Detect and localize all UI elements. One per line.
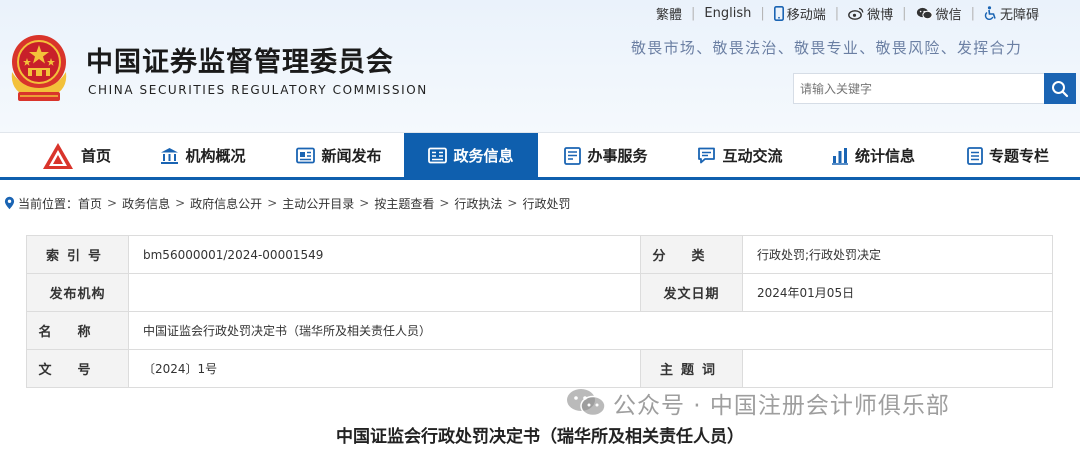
breadcrumb-item[interactable]: 主动公开目录 <box>282 195 354 212</box>
issuer-label: 发布机构 <box>26 273 129 312</box>
nav-item-institution[interactable]: 机构概况 <box>145 133 261 178</box>
mobile-link[interactable]: 移动端 <box>773 4 826 23</box>
nav-item-statistics[interactable]: 统计信息 <box>815 133 931 178</box>
divider: | <box>834 5 840 21</box>
slogan: 敬畏市场、敬畏法治、敬畏专业、敬畏风险、发挥合力 <box>631 39 1023 57</box>
category-label: 分类 <box>640 235 743 274</box>
divider: | <box>902 5 907 21</box>
breadcrumb-separator: > <box>359 196 370 210</box>
mobile-link-label: 移动端 <box>786 7 826 23</box>
index-value: bm56000001/2024-00001549 <box>128 235 641 274</box>
top-links: 繁體 | English | 移动端 | 微博 | 微信 | 无障碍 <box>656 4 1039 23</box>
accessibility-link[interactable]: 无障碍 <box>984 4 1039 23</box>
docno-value: 〔2024〕1号 <box>128 349 641 388</box>
date-value: 2024年01月05日 <box>742 273 1053 312</box>
docno-label: 文号 <box>26 349 129 388</box>
nav-item-service[interactable]: 办事服务 <box>548 133 664 178</box>
weibo-icon <box>848 7 864 20</box>
nav-item-label: 互动交流 <box>722 147 783 165</box>
name-label: 名称 <box>26 311 129 350</box>
nav-item-label: 机构概况 <box>185 147 246 165</box>
news-icon <box>296 147 316 164</box>
breadcrumb-item[interactable]: 政府信息公开 <box>190 195 262 212</box>
home-logo-icon <box>42 142 73 169</box>
nav-item-label: 办事服务 <box>587 147 648 165</box>
national-emblem-icon <box>11 35 67 101</box>
breadcrumb-item[interactable]: 行政处罚 <box>522 195 570 212</box>
breadcrumb-prefix: 当前位置： <box>18 196 79 211</box>
site-subtitle: CHINA SECURITIES REGULATORY COMMISSION <box>88 83 428 97</box>
topic-icon <box>967 146 983 165</box>
site-title: 中国证券监督管理委员会 <box>86 47 394 78</box>
breadcrumb-item[interactable]: 首页 <box>78 195 102 212</box>
stats-icon <box>831 147 848 165</box>
traditional-chinese-link[interactable]: 繁體 <box>656 4 682 23</box>
breadcrumb-item[interactable]: 政务信息 <box>122 195 170 212</box>
divider: | <box>760 5 765 21</box>
name-value: 中国证监会行政处罚决定书（瑞华所及相关责任人员） <box>128 311 1053 350</box>
table-row: 文号 〔2024〕1号 主题词 <box>26 349 1053 388</box>
breadcrumb-separator: > <box>439 196 450 210</box>
wechat-link-label: 微信 <box>935 7 962 23</box>
main-nav: 首页 机构概况 新闻发布 政务信息 办事服务 互动交流 统计信息 专题专栏 <box>0 132 1080 178</box>
wechat-icon <box>916 7 933 19</box>
site-header: 中国证券监督管理委员会 CHINA SECURITIES REGULATORY … <box>0 0 1080 132</box>
nav-item-label: 政务信息 <box>453 147 514 165</box>
document-info-table: 索引号 bm56000001/2024-00001549 分类 行政处罚;行政处… <box>26 235 1053 388</box>
nav-underline <box>0 177 1080 180</box>
category-value: 行政处罚;行政处罚决定 <box>742 235 1053 274</box>
breadcrumb: 当前位置： 首页 > 政务信息 > 政府信息公开 > 主动公开目录 > 按主题查… <box>4 194 571 212</box>
table-row: 名称 中国证监会行政处罚决定书（瑞华所及相关责任人员） <box>26 311 1053 350</box>
breadcrumb-separator: > <box>267 196 278 210</box>
location-pin-icon <box>4 196 15 210</box>
gov-info-icon <box>428 147 448 164</box>
breadcrumb-separator: > <box>175 196 186 210</box>
search-box <box>793 73 1076 104</box>
nav-item-home[interactable]: 首页 <box>18 133 134 178</box>
index-label: 索引号 <box>26 235 129 274</box>
nav-item-label: 新闻发布 <box>321 147 382 165</box>
accessibility-link-label: 无障碍 <box>999 7 1039 23</box>
breadcrumb-separator: > <box>107 196 118 210</box>
chat-icon <box>698 147 716 164</box>
wechat-link[interactable]: 微信 <box>916 4 962 23</box>
nav-item-label: 统计信息 <box>854 147 915 165</box>
nav-item-gov-info[interactable]: 政务信息 <box>404 133 538 178</box>
search-input[interactable] <box>793 73 1050 104</box>
service-icon <box>564 146 582 165</box>
search-button[interactable] <box>1044 73 1076 104</box>
keywords-label: 主题词 <box>640 349 743 388</box>
wechat-watermark: 公众号 · 中国注册会计师俱乐部 <box>565 386 950 420</box>
nav-item-label: 专题专栏 <box>988 147 1049 165</box>
wechat-icon <box>567 389 606 417</box>
nav-item-interaction[interactable]: 互动交流 <box>682 133 798 178</box>
english-link[interactable]: English <box>704 6 751 21</box>
search-icon <box>1052 80 1069 97</box>
accessibility-icon <box>984 6 996 20</box>
keywords-value <box>742 349 1053 388</box>
mobile-phone-icon <box>773 5 784 21</box>
table-row: 发布机构 发文日期 2024年01月05日 <box>26 273 1053 312</box>
institution-icon <box>161 147 179 164</box>
weibo-link[interactable]: 微博 <box>848 4 893 23</box>
breadcrumb-separator: > <box>507 196 518 210</box>
divider: | <box>970 5 975 21</box>
breadcrumb-item[interactable]: 行政执法 <box>454 195 502 212</box>
nav-item-news[interactable]: 新闻发布 <box>281 133 397 178</box>
document-title: 中国证监会行政处罚决定书（瑞华所及相关责任人员） <box>336 427 744 447</box>
nav-item-topics[interactable]: 专题专栏 <box>950 133 1066 178</box>
breadcrumb-item[interactable]: 按主题查看 <box>374 195 434 212</box>
divider: | <box>691 5 696 21</box>
nav-item-label: 首页 <box>80 147 111 165</box>
table-row: 索引号 bm56000001/2024-00001549 分类 行政处罚;行政处… <box>26 235 1053 274</box>
weibo-link-label: 微博 <box>867 7 894 23</box>
issuer-value <box>128 273 641 312</box>
watermark-text: 公众号 · 中国注册会计师俱乐部 <box>613 393 950 419</box>
date-label: 发文日期 <box>640 273 743 312</box>
